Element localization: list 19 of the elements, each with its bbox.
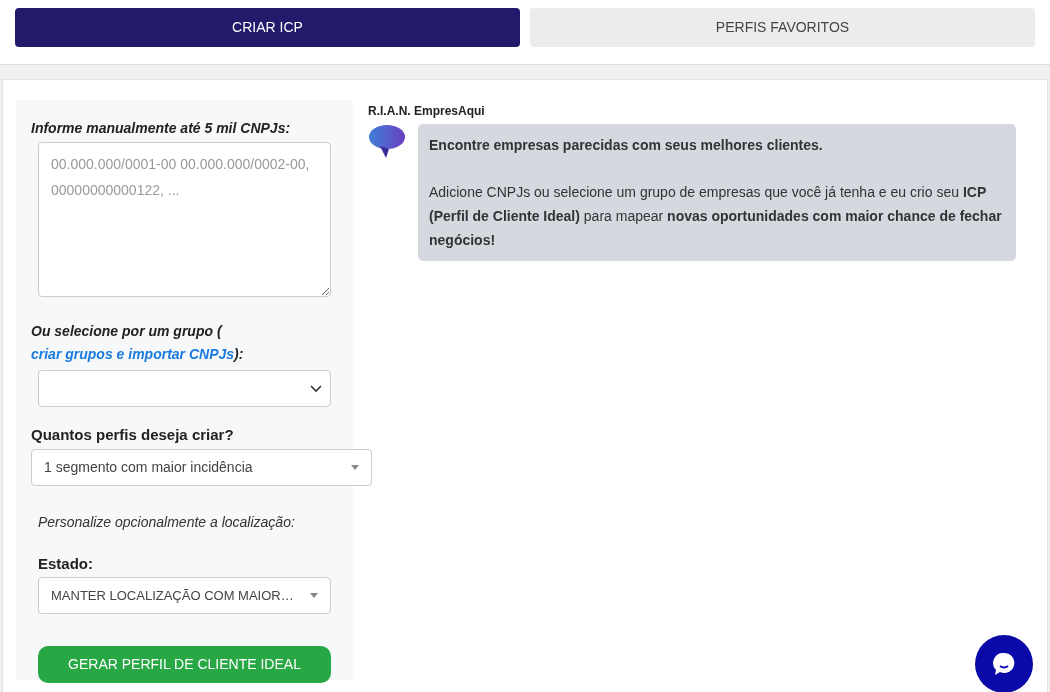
- field-label: Quantos perfis deseja criar?: [31, 425, 235, 445]
- tab[interactable]: PERFIS FAVORITOS: [530, 8, 1035, 47]
- message-headline: Encontre empresas parecidas com seus melhores clientes.: [429, 136, 824, 155]
- speech-bubble-icon: [368, 124, 408, 160]
- location-note: Personalize opcionalmente a localização:: [38, 512, 296, 532]
- sender-name: R.I.A.N. EmpresAqui: [368, 103, 486, 120]
- tab[interactable]: CRIAR ICP: [15, 8, 520, 47]
- field-label: Estado:: [38, 553, 94, 574]
- caret-icon: [310, 593, 318, 598]
- chevron-down-icon: [310, 384, 322, 393]
- field-label: Informe manualmente até 5 mil CNPJs:: [31, 119, 292, 138]
- caret-icon: [351, 464, 359, 470]
- profiles-select[interactable]: 1 segmento com maior incidência: [31, 448, 372, 486]
- chat-icon: [991, 651, 1017, 677]
- field-label: Ou selecione por um grupo (: [31, 323, 222, 339]
- message-text: Adicione CNPJs ou selecione um grupo de empresas que você já tenha e eu crio seu ICP (Perfil de Cliente Ideal) para mapear novas oportunidades com maior chance de fechar negócios!: [429, 183, 1003, 250]
- state-select[interactable]: MANTER LOCALIZAÇÃO COM MAIOR…: [38, 577, 331, 614]
- cnpj-textarea[interactable]: 00.000.000/0001-00 00.000.000/0002-00, 00000000000122, ...: [38, 142, 331, 297]
- field-label: ):: [234, 346, 244, 362]
